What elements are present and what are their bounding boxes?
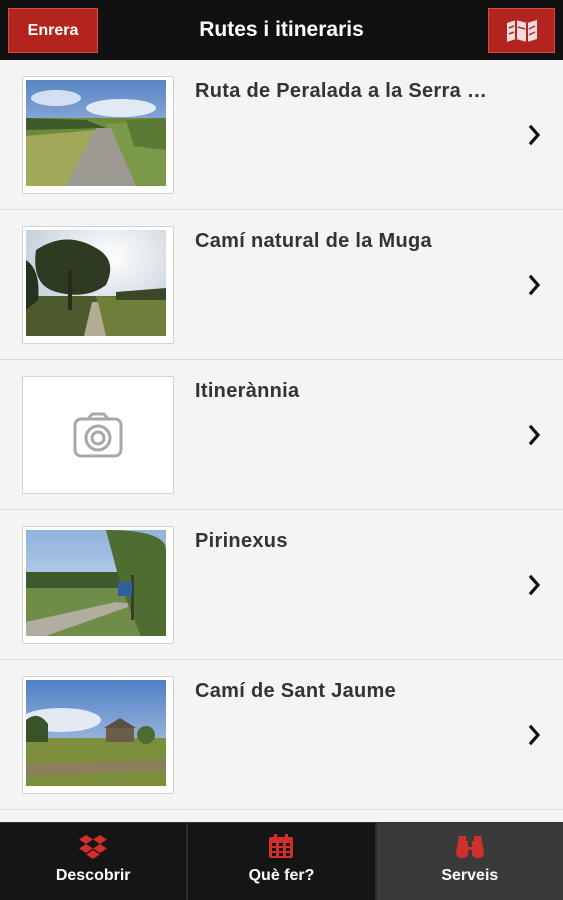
list-item[interactable]: Camí natural de la Muga (0, 210, 563, 360)
chevron-right-icon (528, 424, 541, 446)
path-through-fields-photo (26, 80, 166, 186)
list-item[interactable]: Itinerànnia (0, 360, 563, 510)
rural-church-field-photo (26, 680, 166, 786)
tree-lined-path-photo (26, 230, 166, 336)
list-item[interactable]: Ruta de Peralada a la Serra … (0, 60, 563, 210)
binoculars-icon (455, 836, 484, 858)
camera-placeholder-icon (73, 412, 123, 458)
route-title: Pirinexus (195, 530, 288, 552)
list-item[interactable]: Camí de Sant Jaume (0, 660, 563, 810)
header-bar: Enrera Rutes i itineraris (0, 0, 563, 60)
calendar-icon (269, 834, 294, 858)
route-title: Camí de Sant Jaume (195, 680, 397, 702)
bottom-tab-bar: Descobrir Què fer? Serveis (0, 822, 563, 900)
tab-label: Descobrir (55, 867, 131, 884)
road-along-trees-photo (26, 530, 166, 636)
chevron-right-icon (528, 124, 541, 146)
route-thumbnail (22, 526, 174, 644)
dropbox-icon (79, 835, 108, 859)
tab-serveis[interactable]: Serveis (376, 823, 563, 900)
map-icon (506, 19, 537, 42)
route-thumbnail (22, 226, 174, 344)
route-list: Ruta de Peralada a la Serra … Camí natur… (0, 60, 563, 822)
route-thumbnail (22, 376, 174, 494)
tab-label: Què fer? (248, 867, 315, 884)
list-item[interactable]: Pirinexus (0, 510, 563, 660)
tab-label: Serveis (441, 867, 499, 884)
page-title: Rutes i itineraris (199, 18, 364, 41)
route-thumbnail (22, 676, 174, 794)
chevron-right-icon (528, 724, 541, 746)
chevron-right-icon (528, 574, 541, 596)
map-button[interactable] (488, 8, 555, 53)
app-screen: Enrera Rutes i itineraris Ruta de Perala… (0, 0, 563, 900)
chevron-right-icon (528, 274, 541, 296)
route-title: Camí natural de la Muga (195, 230, 432, 252)
route-thumbnail (22, 76, 174, 194)
route-title: Itinerànnia (195, 380, 300, 402)
tab-que-fer[interactable]: Què fer? (188, 823, 377, 900)
route-title: Ruta de Peralada a la Serra … (195, 80, 488, 102)
tab-descobrir[interactable]: Descobrir (0, 823, 189, 900)
